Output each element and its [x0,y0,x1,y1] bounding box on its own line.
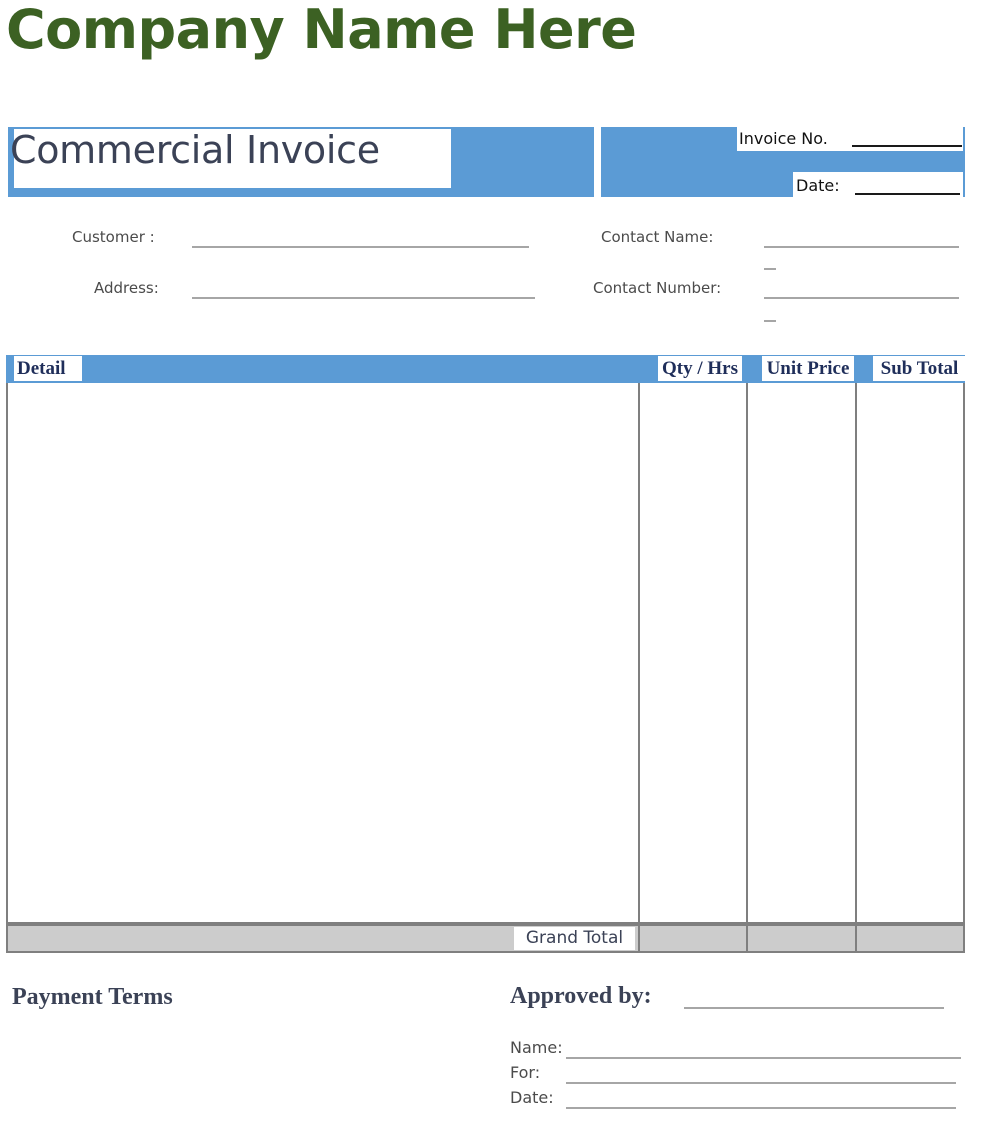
invoice-date-input[interactable] [855,193,960,195]
grand-total-label-box: Grand Total [514,927,635,950]
contact-number-label: Contact Number: [593,279,722,297]
contact-number-rule-wrap [764,320,776,322]
column-header-qty: Qty / Hrs [658,356,742,381]
items-table: Detail Qty / Hrs Unit Price Sub Total Gr… [6,355,966,953]
address-input[interactable] [192,297,535,299]
signature-date-label: Date: [510,1088,554,1107]
column-divider-detail-qty [638,383,640,924]
header-band-gap [594,127,601,197]
signature-name-input[interactable] [566,1057,961,1059]
items-table-body[interactable] [6,383,965,924]
company-name: Company Name Here [6,0,637,61]
contact-number-input[interactable] [764,297,959,299]
column-header-detail: Detail [14,356,82,381]
grand-total-divider-1 [638,924,640,953]
column-header-sub-total: Sub Total [873,356,966,381]
signature-for-label: For: [510,1063,541,1082]
customer-label: Customer : [72,228,155,246]
grand-total-divider-2 [746,924,748,953]
column-header-qty-label: Qty / Hrs [662,358,738,379]
payment-terms-title: Payment Terms [12,984,173,1010]
contact-name-label: Contact Name: [601,228,714,246]
column-header-sub-total-label: Sub Total [880,358,959,379]
contact-name-rule-wrap [764,268,776,270]
customer-input[interactable] [192,246,529,248]
grand-total-divider-3 [855,924,857,953]
page-title: Commercial Invoice [10,128,380,172]
column-divider-qty-unit [746,383,748,924]
grand-total-label: Grand Total [525,928,624,948]
column-header-detail-label: Detail [17,358,66,379]
contact-name-input[interactable] [764,246,959,248]
signature-date-input[interactable] [566,1107,956,1109]
invoice-date-label: Date: [796,176,840,195]
approved-by-input[interactable] [684,1007,944,1009]
invoice-no-input[interactable] [852,145,962,147]
column-header-unit-price: Unit Price [762,356,854,381]
invoice-no-label: Invoice No. [739,129,828,148]
signature-for-input[interactable] [566,1082,956,1084]
column-header-unit-price-label: Unit Price [766,358,850,379]
approved-by-label: Approved by: [510,983,652,1009]
grand-total-row [6,924,965,953]
signature-name-label: Name: [510,1038,563,1057]
column-divider-unit-sub [855,383,857,924]
address-label: Address: [94,279,159,297]
